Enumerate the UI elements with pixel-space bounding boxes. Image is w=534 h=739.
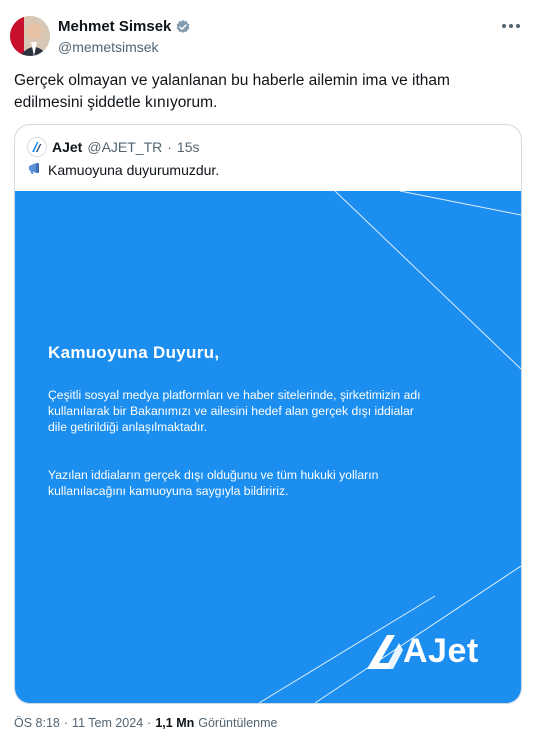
avatar[interactable] xyxy=(10,16,50,56)
quoted-text: Kamuoyuna duyurumuzdur. xyxy=(48,161,220,178)
author-handle[interactable]: @memetsimsek xyxy=(58,39,159,55)
tweet-text: Gerçek olmayan ve yalanlanan bu haberle … xyxy=(14,72,450,111)
tweet-date[interactable]: 11 Tem 2024 xyxy=(72,716,143,730)
quoted-author-handle[interactable]: @AJET_TR xyxy=(87,139,162,155)
announcement-title: Kamuoyuna Duyuru, xyxy=(48,343,220,362)
brand-text: AJet xyxy=(403,632,479,670)
announcement-paragraph-2: Yazılan iddiaların gerçek dışı olduğunu … xyxy=(48,468,379,498)
decorative-lines xyxy=(258,191,521,703)
quoted-author-name[interactable]: AJet xyxy=(52,139,82,155)
more-options-icon[interactable] xyxy=(502,22,522,30)
tweet-header: Mehmet Simsek @memetsimsek xyxy=(10,14,522,62)
announcement-image[interactable]: Kamuoyuna Duyuru, Çeşitli sosyal medya p… xyxy=(15,191,521,703)
views-label: Görüntülenme xyxy=(198,716,278,730)
tweet-time[interactable]: ÖS 8:18 xyxy=(14,716,60,730)
quoted-time[interactable]: 15s xyxy=(177,139,200,155)
separator-dot: · xyxy=(167,139,172,155)
megaphone-icon xyxy=(27,161,43,178)
meta-dot: · xyxy=(63,716,69,730)
verified-badge-icon xyxy=(175,19,191,35)
quoted-tweet-header: AJet @AJET_TR · 15s xyxy=(27,137,200,157)
ajet-avatar-icon[interactable] xyxy=(27,137,47,157)
quoted-text-row: Kamuoyuna duyurumuzdur. xyxy=(27,161,219,178)
meta-dot: · xyxy=(147,716,152,730)
view-count: 1,1 Mn xyxy=(155,716,195,730)
announcement-paragraph-1: Çeşitli sosyal medya platformları ve hab… xyxy=(48,388,421,434)
tweet-metadata: ÖS 8:18 · 11 Tem 2024 · 1,1 Mn Görüntüle… xyxy=(14,716,277,730)
author-name[interactable]: Mehmet Simsek xyxy=(58,18,171,35)
quoted-tweet[interactable]: AJet @AJET_TR · 15s Kamuoyuna duyurumuzd… xyxy=(14,124,522,704)
